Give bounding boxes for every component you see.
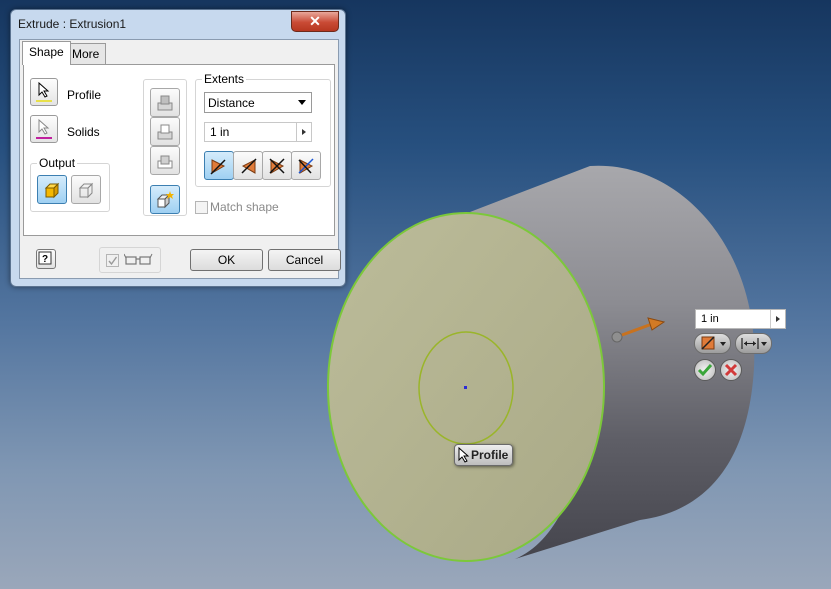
distance-input[interactable]: 1 in [204,122,312,142]
checkmark-icon [108,256,118,266]
shape-tab-panel: Profile Solids Output Extents Distance 1… [23,64,335,236]
close-button[interactable]: ✕ [291,11,339,32]
extents-label: Extents [202,72,247,86]
solids-select-button[interactable] [30,115,58,143]
center-point [464,386,467,389]
direction-flipped-button[interactable] [233,151,263,180]
solid-cube-icon [44,182,60,199]
direction-default-button[interactable] [204,151,234,180]
direction-icon [701,336,726,350]
distance-menu-arrow-icon[interactable] [296,123,311,141]
intersect-button[interactable] [150,146,180,175]
output-group: Output [30,156,110,212]
viewport-ok-button[interactable] [694,359,716,381]
help-icon: ? [38,251,52,265]
viewport-distance-menu-arrow-icon[interactable] [770,310,785,328]
cut-icon [157,124,173,140]
checkmark-icon [697,364,713,377]
solids-cursor-icon [36,118,52,139]
ok-button[interactable]: OK [190,249,263,271]
help-button[interactable]: ? [36,249,56,269]
output-solid-button[interactable] [37,175,67,204]
direction-symmetric-icon [269,158,285,174]
extents-group: Extents Distance 1 in [195,72,331,187]
solids-label: Solids [67,125,100,139]
dialog-title: Extrude : Extrusion1 [18,17,127,31]
operation-group [143,79,187,216]
tooltip-label: Profile [471,448,509,462]
dialog-body: Shape More Profile Solids Output Extents… [19,39,341,279]
direction-default-icon [210,159,226,175]
join-icon [157,95,173,111]
cut-button[interactable] [150,117,180,146]
output-label: Output [37,156,78,170]
profile-cursor-icon [36,81,52,102]
match-shape-label: Match shape [210,200,279,214]
surface-cube-icon [78,182,94,199]
profile-select-button[interactable] [30,78,58,106]
extents-distance-icon [741,338,767,349]
distance-value: 1 in [210,125,230,139]
dialog-titlebar[interactable]: Extrude : Extrusion1 ✕ [11,10,345,38]
profile-tooltip: Profile [454,444,513,466]
tab-shape[interactable]: Shape [22,41,71,65]
match-shape-checkbox[interactable] [195,201,208,214]
output-surface-button[interactable] [71,175,101,204]
extents-type-select[interactable]: Distance [204,92,312,113]
new-solid-icon [156,191,174,209]
profile-label: Profile [67,88,102,102]
viewport-distance-input[interactable]: 1 in [695,309,786,329]
cancel-x-icon [724,363,738,377]
viewport-extents-dropdown[interactable] [735,333,772,354]
viewport-cancel-button[interactable] [720,359,742,381]
preview-checkbox[interactable] [106,254,119,267]
extents-type-value: Distance [208,96,255,110]
direction-asymmetric-icon [298,158,314,174]
viewport-distance-value: 1 in [701,313,719,325]
new-solid-button[interactable] [150,185,180,214]
drag-handle-base [611,331,623,343]
direction-asymmetric-button[interactable] [291,151,321,180]
intersect-icon [157,155,173,169]
cancel-button[interactable]: Cancel [268,249,341,271]
preview-glasses-icon [124,253,153,265]
viewport-direction-dropdown[interactable] [694,333,731,354]
tab-more[interactable]: More [65,43,107,64]
chevron-down-icon [298,100,306,105]
direction-flipped-icon [241,158,257,174]
preview-toggle-group[interactable] [99,247,161,273]
join-button[interactable] [150,88,180,117]
extrude-dialog: Extrude : Extrusion1 ✕ Shape More Profil… [10,9,346,287]
cursor-arrow-icon [458,447,470,463]
direction-symmetric-button[interactable] [262,151,292,180]
svg-text:?: ? [42,254,48,265]
